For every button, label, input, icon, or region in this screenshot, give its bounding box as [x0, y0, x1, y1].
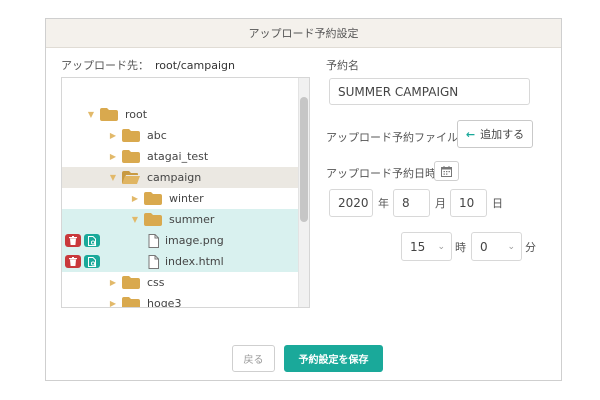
tree-item-hoge3[interactable]: ▶ hoge3: [62, 293, 298, 308]
chevron-down-icon: ⌄: [437, 241, 445, 252]
tree-item-label: atagai_test: [147, 150, 209, 163]
folder-open-icon: [122, 171, 140, 184]
day-input[interactable]: 10: [450, 189, 487, 217]
hour-value: 15: [410, 239, 426, 254]
hour-unit: 時: [455, 241, 466, 254]
minute-unit: 分: [525, 241, 536, 254]
tree-item-label: winter: [169, 192, 204, 205]
trash-icon: [69, 236, 77, 245]
destination-label: アップロード先：: [61, 59, 149, 72]
caret-right-icon[interactable]: ▶: [108, 299, 118, 307]
tree-item-label: hoge3: [147, 297, 182, 308]
tree-item-label: index.html: [165, 255, 224, 268]
folder-tree: ▼ root ▶ abc ▶ atagai_test ▼ campaign ▶ …: [61, 77, 310, 308]
folder-icon: [122, 129, 140, 142]
caret-right-icon[interactable]: ▶: [108, 152, 118, 162]
minute-select[interactable]: 0 ⌄: [471, 232, 522, 261]
dialog-title: アップロード予約設定: [46, 19, 561, 48]
caret-right-icon[interactable]: ▶: [130, 194, 140, 204]
reservation-name-label: 予約名: [326, 59, 359, 72]
tree-item-label: image.png: [165, 234, 224, 247]
destination: アップロード先： root/campaign: [61, 57, 235, 73]
arrow-left-icon: ←: [465, 127, 476, 141]
folder-icon: [144, 213, 162, 226]
file-preview-icon: [87, 235, 96, 246]
preview-index-html-button[interactable]: [84, 255, 100, 268]
tree-item-winter[interactable]: ▶ winter: [62, 188, 298, 209]
day-unit: 日: [492, 197, 503, 210]
add-file-button[interactable]: ← 追加する: [457, 120, 533, 148]
folder-icon: [122, 276, 140, 289]
folder-icon: [122, 297, 140, 307]
tree-item-atagai-test[interactable]: ▶ atagai_test: [62, 146, 298, 167]
back-button[interactable]: 戻る: [232, 345, 275, 372]
caret-down-icon[interactable]: ▼: [86, 110, 96, 120]
tree-item-root[interactable]: ▼ root: [62, 104, 298, 125]
delete-index-html-button[interactable]: [65, 255, 81, 268]
tree-item-label: abc: [147, 129, 167, 142]
caret-right-icon[interactable]: ▶: [108, 278, 118, 288]
tree-item-label: summer: [169, 213, 215, 226]
caret-down-icon[interactable]: ▼: [130, 215, 140, 225]
chevron-down-icon: ⌄: [507, 241, 515, 252]
calendar-icon[interactable]: [434, 161, 459, 181]
month-input[interactable]: 8: [393, 189, 430, 217]
tree-item-campaign[interactable]: ▼ campaign: [62, 167, 298, 188]
upload-file-label: アップロード予約ファイル: [326, 131, 458, 144]
file-icon: [148, 233, 159, 248]
tree-item-summer[interactable]: ▼ summer: [62, 209, 298, 230]
minute-value: 0: [480, 239, 488, 254]
add-file-button-label: 追加する: [480, 128, 525, 141]
file-preview-icon: [87, 256, 96, 267]
datetime-label: アップロード予約日時: [326, 167, 436, 180]
hour-select[interactable]: 15 ⌄: [401, 232, 452, 261]
upload-schedule-dialog: アップロード予約設定 アップロード先： root/campaign ▼ root …: [45, 18, 562, 381]
month-unit: 月: [435, 197, 446, 210]
file-icon: [148, 254, 159, 269]
folder-icon: [144, 192, 162, 205]
preview-image-png-button[interactable]: [84, 234, 100, 247]
year-unit: 年: [378, 197, 389, 210]
year-input[interactable]: 2020: [329, 189, 373, 217]
trash-icon: [69, 257, 77, 266]
tree-scrollbar[interactable]: [298, 78, 309, 307]
tree-item-abc[interactable]: ▶ abc: [62, 125, 298, 146]
caret-right-icon[interactable]: ▶: [108, 131, 118, 141]
delete-image-png-button[interactable]: [65, 234, 81, 247]
tree-item-label: root: [125, 108, 148, 121]
tree-item-css[interactable]: ▶ css: [62, 272, 298, 293]
save-schedule-button[interactable]: 予約設定を保存: [284, 345, 383, 372]
reservation-name-input[interactable]: SUMMER CAMPAIGN: [329, 78, 530, 105]
folder-icon: [122, 150, 140, 163]
tree-item-label: css: [147, 276, 165, 289]
folder-icon: [100, 108, 118, 121]
caret-down-icon[interactable]: ▼: [108, 173, 118, 183]
tree-scroll-thumb[interactable]: [300, 97, 308, 222]
tree-item-label: campaign: [147, 171, 202, 184]
destination-path: root/campaign: [155, 59, 235, 72]
